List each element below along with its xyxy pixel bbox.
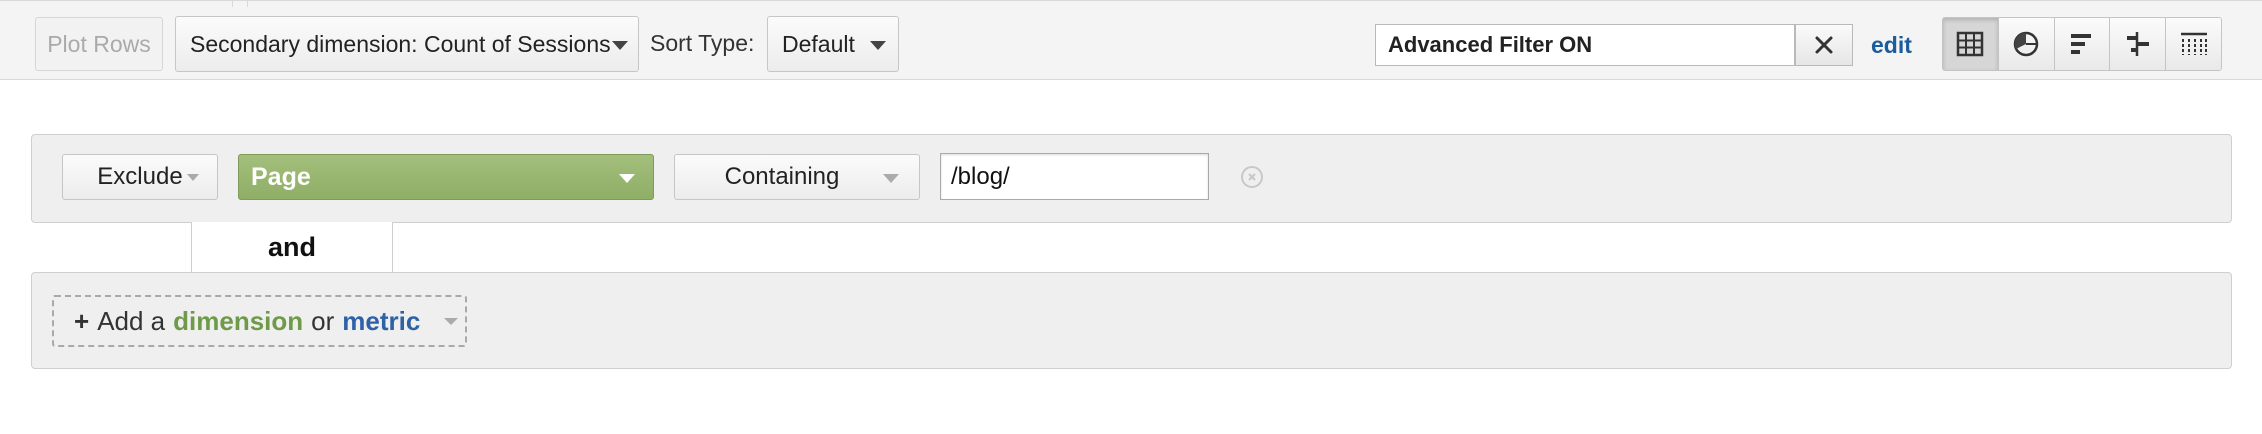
match-type-dropdown[interactable]: Containing [674, 154, 920, 200]
pie-chart-icon [2013, 31, 2039, 57]
toolbar-notch [232, 0, 248, 7]
view-pivot-button[interactable] [2166, 18, 2221, 70]
add-dimension-or-metric-button[interactable]: + Add a dimension or metric [52, 295, 467, 347]
secondary-dimension-label: Secondary dimension: Count of Sessions [190, 30, 611, 57]
sort-type-value: Default [782, 30, 855, 57]
chevron-down-icon [187, 174, 199, 181]
table-icon [1957, 31, 1984, 57]
condition-join-label: and [191, 222, 393, 273]
chevron-down-icon [612, 41, 628, 50]
sort-type-label: Sort Type: [650, 30, 755, 56]
pivot-icon [2180, 32, 2207, 55]
add-metric-word: metric [342, 305, 421, 336]
chevron-down-icon [883, 174, 899, 183]
chevron-down-icon [444, 318, 458, 325]
clear-filter-button[interactable] [1795, 24, 1853, 66]
include-exclude-label: Exclude [97, 163, 183, 190]
bar-chart-icon [2070, 34, 2091, 54]
view-comparison-button[interactable] [2110, 18, 2167, 70]
secondary-dimension-dropdown[interactable]: Secondary dimension: Count of Sessions [175, 16, 639, 72]
plus-icon: + [74, 305, 90, 336]
view-pie-button[interactable] [1998, 18, 2055, 70]
add-prefix-text: Add a [97, 305, 166, 336]
dimension-label: Page [251, 162, 311, 191]
view-performance-button[interactable] [2054, 18, 2111, 70]
comparison-icon [2126, 32, 2149, 56]
view-switcher [1942, 17, 2222, 71]
match-type-label: Containing [724, 163, 840, 190]
add-dimension-word: dimension [173, 305, 304, 336]
close-icon [1248, 173, 1256, 181]
remove-condition-icon[interactable] [1241, 166, 1263, 188]
dimension-dropdown[interactable]: Page [238, 154, 654, 200]
chevron-down-icon [619, 174, 635, 183]
include-exclude-dropdown[interactable]: Exclude [62, 154, 218, 200]
add-or-word: or [311, 305, 335, 336]
chevron-down-icon [870, 41, 886, 50]
edit-filter-link[interactable]: edit [1871, 32, 1912, 59]
filter-value-text: /blog/ [951, 162, 1010, 190]
advanced-filter-text: Advanced Filter ON [1388, 32, 1593, 57]
advanced-filter-indicator: Advanced Filter ON [1375, 24, 1795, 66]
view-table-button[interactable] [1943, 18, 1999, 70]
close-icon [1815, 36, 1833, 54]
sort-type-dropdown[interactable]: Default [767, 16, 899, 72]
plot-rows-button[interactable]: Plot Rows [35, 17, 163, 71]
filter-value-input[interactable]: /blog/ [940, 153, 1209, 200]
